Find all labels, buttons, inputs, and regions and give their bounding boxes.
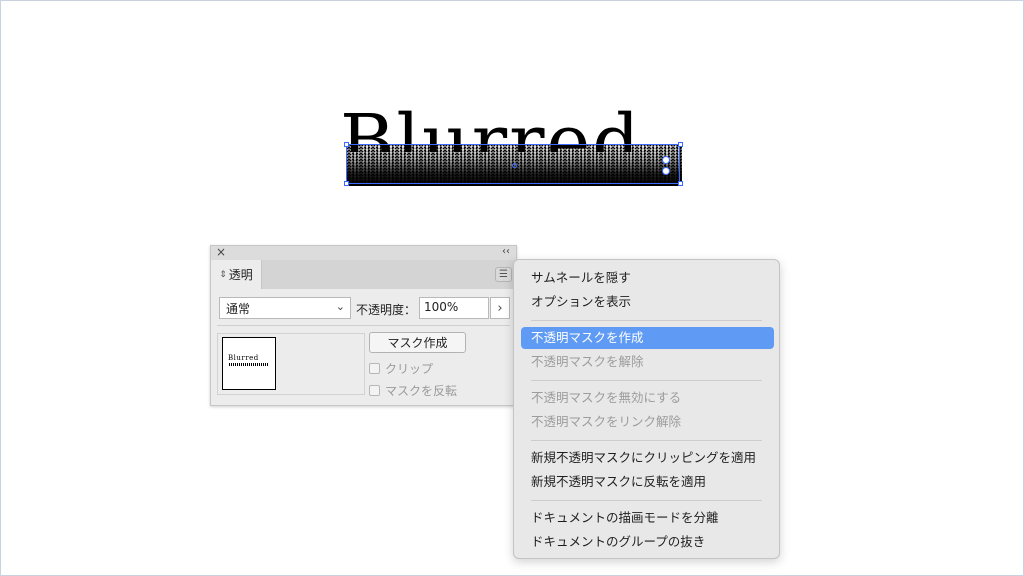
- menu-item-disable-opacity-mask: 不透明マスクを無効にする: [531, 390, 682, 405]
- make-mask-button[interactable]: マスク作成: [369, 332, 466, 353]
- selection-center-point: [512, 163, 517, 168]
- selection-handle-bottom-left[interactable]: [344, 181, 349, 186]
- panel-context-menu: サムネールを隠す オプションを表示 不透明マスクを作成 不透明マスクを解除 不透…: [513, 259, 780, 559]
- chevron-down-icon: ⌄: [335, 300, 345, 313]
- panel-menu-button[interactable]: ☰: [495, 267, 512, 282]
- menu-item-new-masks-inverted[interactable]: 新規不透明マスクに反転を適用: [521, 471, 774, 493]
- blurred-text-object[interactable]: Blurred: [340, 92, 692, 152]
- tab-transparency[interactable]: ⇕ 透明: [211, 260, 262, 289]
- invert-mask-checkbox[interactable]: [369, 385, 380, 396]
- thumbnail-noise-bar: [229, 363, 269, 366]
- panel-title-bar[interactable]: × ‹‹: [211, 245, 516, 260]
- thumbnail-area: Blurred: [217, 333, 365, 395]
- menu-item-hide-thumbnails[interactable]: サムネールを隠す: [521, 267, 774, 289]
- canvas-artwork[interactable]: Blurred: [336, 92, 696, 202]
- menu-separator: [531, 440, 762, 441]
- selection-handle-bottom-right[interactable]: [678, 181, 683, 186]
- menu-separator: [531, 320, 762, 321]
- menu-item-knockout-group[interactable]: ドキュメントのグループの抜き: [521, 531, 774, 553]
- menu-item-new-masks-clipping[interactable]: 新規不透明マスクにクリッピングを適用: [521, 447, 774, 469]
- blend-mode-select[interactable]: 通常 ⌄: [219, 297, 351, 319]
- corner-widget-icon[interactable]: [662, 156, 670, 164]
- menu-separator: [531, 500, 762, 501]
- menu-item-show-options[interactable]: オプションを表示: [521, 291, 774, 313]
- invert-mask-label: マスクを反転: [385, 384, 458, 398]
- opacity-input[interactable]: 100%: [419, 297, 489, 319]
- panel-divider: [217, 325, 510, 326]
- invert-mask-option[interactable]: マスクを反転: [369, 382, 457, 399]
- artwork-thumbnail[interactable]: Blurred: [222, 337, 276, 390]
- collapse-icon[interactable]: ‹‹: [502, 245, 510, 259]
- selection-handle-top-right[interactable]: [678, 142, 683, 147]
- menu-item-release-opacity-mask: 不透明マスクを解除: [531, 354, 644, 369]
- clip-label: クリップ: [385, 362, 434, 376]
- hamburger-icon: ☰: [499, 269, 508, 280]
- menu-item-unlink-opacity-mask: 不透明マスクをリンク解除: [531, 414, 682, 429]
- up-down-arrows-icon: ⇕: [219, 269, 227, 280]
- opacity-slider-button[interactable]: ›: [490, 297, 510, 319]
- close-icon[interactable]: ×: [216, 245, 226, 259]
- opacity-value: 100%: [424, 300, 459, 314]
- clip-option[interactable]: クリップ: [369, 360, 433, 377]
- menu-item-isolate-blending[interactable]: ドキュメントの描画モードを分離: [521, 507, 774, 529]
- clip-checkbox[interactable]: [369, 363, 380, 374]
- tab-label: 透明: [228, 268, 253, 282]
- selection-handle-top-left[interactable]: [344, 142, 349, 147]
- thumbnail-text: Blurred: [228, 354, 259, 362]
- gradient-widget-icon[interactable]: [662, 167, 670, 175]
- transparency-panel: × ‹‹ ⇕ 透明 ☰ 通常 ⌄ 不透明度： 100% › Blurred マス…: [210, 245, 517, 406]
- menu-separator: [531, 380, 762, 381]
- menu-item-make-opacity-mask[interactable]: 不透明マスクを作成: [521, 327, 774, 349]
- opacity-label: 不透明度：: [356, 303, 417, 317]
- chevron-right-icon: ›: [497, 300, 503, 316]
- panel-tab-strip: ⇕ 透明 ☰: [211, 260, 516, 289]
- blend-mode-value: 通常: [226, 302, 251, 316]
